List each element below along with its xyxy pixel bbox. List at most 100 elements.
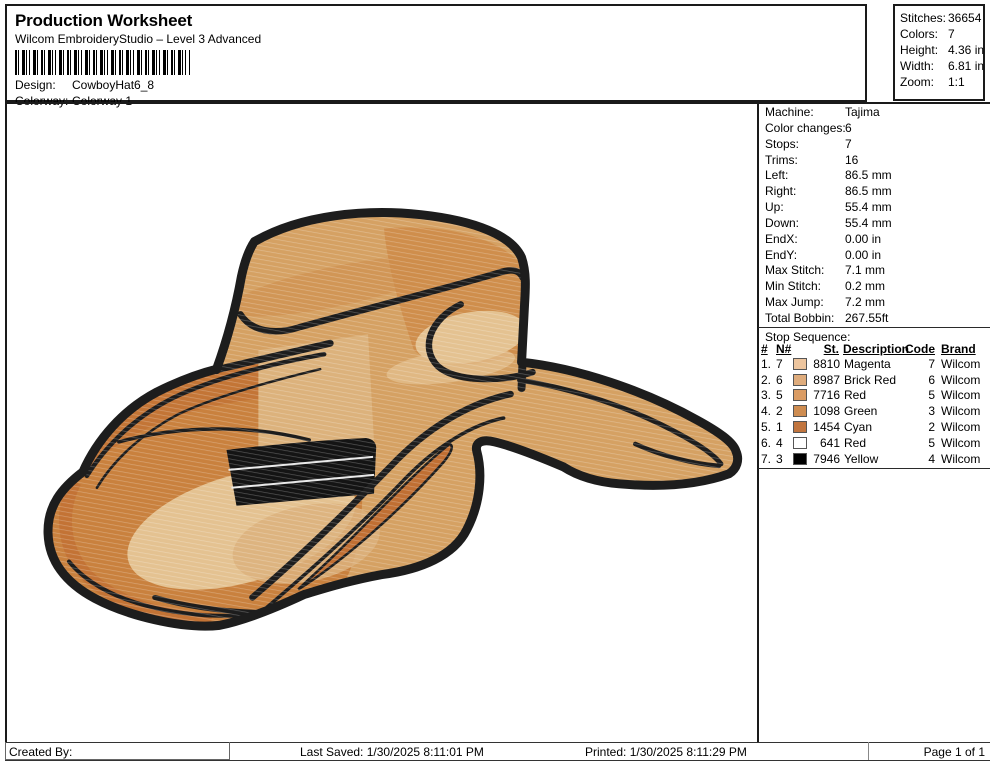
stats-value: 4.36 in xyxy=(948,43,985,57)
design-preview xyxy=(43,208,743,631)
thread-color-swatch xyxy=(793,421,807,434)
row-number: 4. xyxy=(761,404,772,419)
needle-number: 7 xyxy=(776,356,783,371)
stitch-count: 7716 xyxy=(813,388,840,403)
machine-info-row: Total Bobbin: 267.55ft xyxy=(765,311,987,327)
table-row: 3. 5 7716 Red 5 Wilcom xyxy=(761,388,989,404)
machine-info-panel: Machine: Tajima Color changes: 6 Stops: 7 T… xyxy=(765,105,987,327)
table-row: 7. 3 7946 Yellow 4 Wilcom xyxy=(761,451,989,467)
printed-text: Printed: 1/30/2025 8:11:29 PM xyxy=(585,745,747,759)
machine-info-row: EndY: 0.00 in xyxy=(765,248,987,264)
panel-divider-line xyxy=(757,102,759,742)
machine-info-label: Stops: xyxy=(765,136,800,151)
machine-info-label: Trims: xyxy=(765,152,798,167)
machine-info-label: Machine: xyxy=(765,105,814,119)
needle-number: 5 xyxy=(776,388,783,403)
machine-info-row: Color changes: 6 xyxy=(765,121,987,137)
stats-value: 6.81 in xyxy=(948,59,985,73)
thread-brand: Wilcom xyxy=(941,435,981,450)
machine-info-value: 55.4 mm xyxy=(845,215,892,230)
machine-info-value: 7.1 mm xyxy=(845,263,886,278)
table-row: 5. 1 1454 Cyan 2 Wilcom xyxy=(761,419,989,435)
stats-row: Stitches: 36654 xyxy=(900,10,983,26)
design-row: Design: CowboyHat6_8 xyxy=(15,78,154,92)
stitch-count: 7946 xyxy=(813,451,840,466)
needle-number: 3 xyxy=(776,451,783,466)
stats-label: Zoom: xyxy=(900,75,935,89)
machine-info-row: Max Jump: 7.2 mm xyxy=(765,295,987,311)
thread-brand: Wilcom xyxy=(941,420,981,435)
machine-info-row: Max Stitch: 7.1 mm xyxy=(765,263,987,279)
table-row: 6. 4 641 Red 5 Wilcom xyxy=(761,435,989,451)
machine-info-value: 55.4 mm xyxy=(845,200,892,215)
design-label: Design: xyxy=(15,78,56,92)
machine-info-row: Trims: 16 xyxy=(765,153,987,169)
stop-sequence-bottom-line xyxy=(758,468,990,469)
thread-code: 5 xyxy=(928,388,935,403)
machine-info-row: Stops: 7 xyxy=(765,137,987,153)
machine-info-row: Min Stitch: 0.2 mm xyxy=(765,279,987,295)
table-row: 2. 6 8987 Brick Red 6 Wilcom xyxy=(761,372,989,388)
machine-info-row: Right: 86.5 mm xyxy=(765,184,987,200)
needle-number: 4 xyxy=(776,435,783,450)
machine-info-label: EndY: xyxy=(765,247,798,262)
last-saved-text: Last Saved: 1/30/2025 8:11:01 PM xyxy=(300,745,484,759)
thread-description: Green xyxy=(844,404,878,419)
machine-info-value: 0.00 in xyxy=(845,231,882,246)
thread-brand: Wilcom xyxy=(941,404,981,419)
col-header-description: Description xyxy=(843,341,910,356)
machine-info-value: Tajima xyxy=(845,105,880,119)
machine-info-label: Left: xyxy=(765,168,789,183)
row-number: 3. xyxy=(761,388,772,403)
thread-description: Red xyxy=(844,388,867,403)
machine-info-label: Max Jump: xyxy=(765,295,824,310)
row-number: 5. xyxy=(761,420,772,435)
header-panel: Production Worksheet Wilcom EmbroiderySt… xyxy=(5,4,867,108)
stats-label: Colors: xyxy=(900,27,939,41)
page-indicator: Page 1 of 1 xyxy=(923,745,985,759)
machine-info-row: Machine: Tajima xyxy=(765,105,987,121)
stats-value: 36654 xyxy=(948,11,982,25)
machine-info-value: 86.5 mm xyxy=(845,184,892,199)
table-row: 1. 7 8810 Magenta 7 Wilcom xyxy=(761,356,989,372)
row-number: 1. xyxy=(761,356,772,371)
thread-color-swatch xyxy=(793,357,807,370)
col-header-num: # xyxy=(761,341,768,356)
thread-color-swatch xyxy=(793,452,807,465)
thread-code: 5 xyxy=(928,435,935,450)
machine-info-row: EndX: 0.00 in xyxy=(765,232,987,248)
thread-code: 3 xyxy=(928,404,935,419)
machine-info-label: EndX: xyxy=(765,231,798,246)
footer-bottom-line xyxy=(5,760,990,761)
machine-info-row: Left: 86.5 mm xyxy=(765,168,987,184)
needle-number: 6 xyxy=(776,372,783,387)
machine-info-value: 7.2 mm xyxy=(845,295,886,310)
machine-info-value: 86.5 mm xyxy=(845,168,892,183)
thread-color-swatch xyxy=(793,405,807,418)
stitch-count: 1098 xyxy=(813,404,840,419)
machine-info-label: Color changes: xyxy=(765,120,846,135)
row-number: 2. xyxy=(761,372,772,387)
col-header-st: St. xyxy=(823,341,839,356)
stop-sequence-top-line xyxy=(758,327,990,328)
table-row: 4. 2 1098 Green 3 Wilcom xyxy=(761,403,989,419)
thread-brand: Wilcom xyxy=(941,372,981,387)
design-stats-panel: Stitches: 36654 Colors: 7 Height: 4.36 in W… xyxy=(893,4,985,101)
stitch-count: 8810 xyxy=(813,356,840,371)
machine-info-value: 6 xyxy=(845,120,852,135)
col-header-code: Code xyxy=(905,341,935,356)
thread-code: 6 xyxy=(928,372,935,387)
row-number: 7. xyxy=(761,451,772,466)
app-subtitle: Wilcom EmbroideryStudio – Level 3 Advanc… xyxy=(15,32,262,46)
footer-divider-tick xyxy=(868,742,869,760)
needle-number: 2 xyxy=(776,404,783,419)
thread-code: 2 xyxy=(928,420,935,435)
stats-value: 1:1 xyxy=(948,75,965,89)
production-worksheet-page: Production Worksheet Wilcom EmbroiderySt… xyxy=(0,0,990,762)
thread-description: Cyan xyxy=(844,420,873,435)
stitch-count: 1454 xyxy=(813,420,840,435)
thread-description: Yellow xyxy=(844,451,879,466)
thread-brand: Wilcom xyxy=(941,356,981,371)
stats-row: Colors: 7 xyxy=(900,26,983,42)
created-by-label: Created By: xyxy=(9,745,73,759)
